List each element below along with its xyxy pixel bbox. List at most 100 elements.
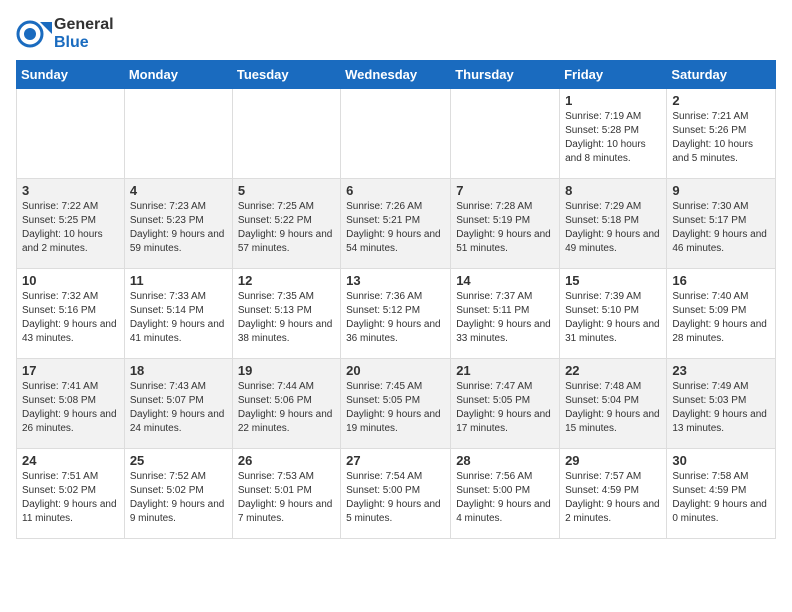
day-info: Sunrise: 7:33 AM Sunset: 5:14 PM Dayligh… [130,290,227,346]
calendar-cell: 22Sunrise: 7:48 AM Sunset: 5:04 PM Dayli… [560,359,667,449]
day-number: 27 [346,453,445,468]
calendar-cell: 1Sunrise: 7:19 AM Sunset: 5:28 PM Daylig… [560,89,667,179]
calendar-cell: 20Sunrise: 7:45 AM Sunset: 5:05 PM Dayli… [341,359,451,449]
calendar-cell: 5Sunrise: 7:25 AM Sunset: 5:22 PM Daylig… [232,179,340,269]
day-number: 23 [672,363,770,378]
cell-content: 3Sunrise: 7:22 AM Sunset: 5:25 PM Daylig… [22,183,119,256]
cell-content: 10Sunrise: 7:32 AM Sunset: 5:16 PM Dayli… [22,273,119,346]
cell-content: 17 Sunrise: 7:41 AM Sunset: 5:08 PM Dayli… [22,363,119,436]
week-row-2: 3Sunrise: 7:22 AM Sunset: 5:25 PM Daylig… [17,179,776,269]
calendar-cell: 6Sunrise: 7:26 AM Sunset: 5:21 PM Daylig… [341,179,451,269]
day-info: Sunrise: 7:40 AM Sunset: 5:09 PM Dayligh… [672,290,770,346]
day-number: 17 [22,363,119,378]
calendar-cell [17,89,125,179]
calendar-cell [232,89,340,179]
logo: General Blue [16,16,114,52]
day-info: Sunrise: 7:21 AM Sunset: 5:26 PM Dayligh… [672,110,770,166]
cell-content: 22Sunrise: 7:48 AM Sunset: 5:04 PM Dayli… [565,363,661,436]
calendar-cell: 7Sunrise: 7:28 AM Sunset: 5:19 PM Daylig… [451,179,560,269]
cell-content: 24Sunrise: 7:51 AM Sunset: 5:02 PM Dayli… [22,453,119,526]
cell-content: 25 Sunrise: 7:52 AM Sunset: 5:02 PM Dayli… [130,453,227,526]
logo-blue: Blue [54,34,114,52]
cell-content: 5Sunrise: 7:25 AM Sunset: 5:22 PM Daylig… [238,183,335,256]
day-number: 18 [130,363,227,378]
day-number: 2 [672,93,770,108]
day-info: Sunrise: 7:47 AM Sunset: 5:05 PM Dayligh… [456,380,554,436]
weekday-header-wednesday: Wednesday [341,61,451,89]
calendar-cell: 23 Sunrise: 7:49 AM Sunset: 5:03 PM Dayli… [667,359,776,449]
cell-content: 28 Sunrise: 7:56 AM Sunset: 5:00 PM Dayli… [456,453,554,526]
calendar-cell: 30Sunrise: 7:58 AM Sunset: 4:59 PM Dayli… [667,449,776,539]
week-row-4: 17 Sunrise: 7:41 AM Sunset: 5:08 PM Dayli… [17,359,776,449]
calendar-cell: 2 Sunrise: 7:21 AM Sunset: 5:26 PM Daylig… [667,89,776,179]
calendar-table: SundayMondayTuesdayWednesdayThursdayFrid… [16,60,776,539]
calendar-cell: 21 Sunrise: 7:47 AM Sunset: 5:05 PM Dayli… [451,359,560,449]
week-row-1: 1Sunrise: 7:19 AM Sunset: 5:28 PM Daylig… [17,89,776,179]
day-number: 29 [565,453,661,468]
calendar-cell: 25 Sunrise: 7:52 AM Sunset: 5:02 PM Dayli… [124,449,232,539]
cell-content: 29Sunrise: 7:57 AM Sunset: 4:59 PM Dayli… [565,453,661,526]
calendar-cell: 13 Sunrise: 7:36 AM Sunset: 5:12 PM Dayli… [341,269,451,359]
day-number: 15 [565,273,661,288]
day-number: 16 [672,273,770,288]
weekday-header-monday: Monday [124,61,232,89]
week-row-3: 10Sunrise: 7:32 AM Sunset: 5:16 PM Dayli… [17,269,776,359]
day-info: Sunrise: 7:41 AM Sunset: 5:08 PM Dayligh… [22,380,119,436]
cell-content: 13 Sunrise: 7:36 AM Sunset: 5:12 PM Dayli… [346,273,445,346]
day-info: Sunrise: 7:49 AM Sunset: 5:03 PM Dayligh… [672,380,770,436]
cell-content: 15 Sunrise: 7:39 AM Sunset: 5:10 PM Dayli… [565,273,661,346]
day-info: Sunrise: 7:23 AM Sunset: 5:23 PM Dayligh… [130,200,227,256]
day-info: Sunrise: 7:54 AM Sunset: 5:00 PM Dayligh… [346,470,445,526]
calendar-cell: 10Sunrise: 7:32 AM Sunset: 5:16 PM Dayli… [17,269,125,359]
cell-content: 7Sunrise: 7:28 AM Sunset: 5:19 PM Daylig… [456,183,554,256]
day-number: 12 [238,273,335,288]
day-number: 28 [456,453,554,468]
calendar-cell [341,89,451,179]
day-info: Sunrise: 7:35 AM Sunset: 5:13 PM Dayligh… [238,290,335,346]
weekday-header-thursday: Thursday [451,61,560,89]
day-number: 9 [672,183,770,198]
day-info: Sunrise: 7:36 AM Sunset: 5:12 PM Dayligh… [346,290,445,346]
calendar-cell: 19Sunrise: 7:44 AM Sunset: 5:06 PM Dayli… [232,359,340,449]
cell-content: 1Sunrise: 7:19 AM Sunset: 5:28 PM Daylig… [565,93,661,166]
day-number: 25 [130,453,227,468]
cell-content: 6Sunrise: 7:26 AM Sunset: 5:21 PM Daylig… [346,183,445,256]
day-info: Sunrise: 7:48 AM Sunset: 5:04 PM Dayligh… [565,380,661,436]
weekday-header-saturday: Saturday [667,61,776,89]
logo-general: General [54,16,114,34]
calendar-cell: 15 Sunrise: 7:39 AM Sunset: 5:10 PM Dayli… [560,269,667,359]
calendar-cell: 17 Sunrise: 7:41 AM Sunset: 5:08 PM Dayli… [17,359,125,449]
cell-content: 21 Sunrise: 7:47 AM Sunset: 5:05 PM Dayli… [456,363,554,436]
cell-content: 23 Sunrise: 7:49 AM Sunset: 5:03 PM Dayli… [672,363,770,436]
day-number: 13 [346,273,445,288]
cell-content: 14Sunrise: 7:37 AM Sunset: 5:11 PM Dayli… [456,273,554,346]
calendar-cell: 12 Sunrise: 7:35 AM Sunset: 5:13 PM Dayli… [232,269,340,359]
day-number: 8 [565,183,661,198]
cell-content: 4Sunrise: 7:23 AM Sunset: 5:23 PM Daylig… [130,183,227,256]
day-number: 6 [346,183,445,198]
weekday-header-row: SundayMondayTuesdayWednesdayThursdayFrid… [17,61,776,89]
day-number: 30 [672,453,770,468]
day-info: Sunrise: 7:56 AM Sunset: 5:00 PM Dayligh… [456,470,554,526]
day-info: Sunrise: 7:39 AM Sunset: 5:10 PM Dayligh… [565,290,661,346]
day-number: 21 [456,363,554,378]
day-info: Sunrise: 7:52 AM Sunset: 5:02 PM Dayligh… [130,470,227,526]
day-number: 1 [565,93,661,108]
calendar-cell: 9 Sunrise: 7:30 AM Sunset: 5:17 PM Daylig… [667,179,776,269]
cell-content: 18Sunrise: 7:43 AM Sunset: 5:07 PM Dayli… [130,363,227,436]
calendar-cell: 24Sunrise: 7:51 AM Sunset: 5:02 PM Dayli… [17,449,125,539]
calendar-cell: 28 Sunrise: 7:56 AM Sunset: 5:00 PM Dayli… [451,449,560,539]
day-number: 11 [130,273,227,288]
day-info: Sunrise: 7:32 AM Sunset: 5:16 PM Dayligh… [22,290,119,346]
calendar-cell: 16 Sunrise: 7:40 AM Sunset: 5:09 PM Dayli… [667,269,776,359]
day-info: Sunrise: 7:44 AM Sunset: 5:06 PM Dayligh… [238,380,335,436]
calendar-cell: 11 Sunrise: 7:33 AM Sunset: 5:14 PM Dayli… [124,269,232,359]
page-header: General Blue [16,16,776,52]
calendar-cell [451,89,560,179]
day-info: Sunrise: 7:45 AM Sunset: 5:05 PM Dayligh… [346,380,445,436]
cell-content: 19Sunrise: 7:44 AM Sunset: 5:06 PM Dayli… [238,363,335,436]
day-info: Sunrise: 7:30 AM Sunset: 5:17 PM Dayligh… [672,200,770,256]
day-number: 5 [238,183,335,198]
weekday-header-sunday: Sunday [17,61,125,89]
cell-content: 9 Sunrise: 7:30 AM Sunset: 5:17 PM Daylig… [672,183,770,256]
